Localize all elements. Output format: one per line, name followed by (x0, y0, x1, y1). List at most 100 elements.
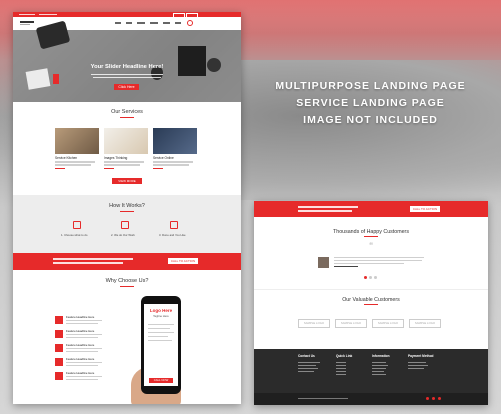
nav-item-1[interactable] (115, 22, 121, 24)
footer-payment-1 (408, 362, 426, 363)
phone-info (19, 13, 35, 15)
nav-item-2[interactable] (126, 22, 132, 24)
feature-icon-4 (55, 358, 63, 366)
testimonials-divider (364, 236, 378, 237)
footer-info-5[interactable] (372, 374, 386, 375)
hero-watch-image (207, 58, 221, 72)
service-card-title-2: Images Thinking (104, 156, 128, 160)
feature-icon-1 (55, 316, 63, 324)
step-3-label: 3. Done and You Like (159, 233, 186, 237)
footer-info-1[interactable] (372, 362, 386, 363)
customer-logo-2: SAMPLE LOGO (335, 319, 367, 328)
right-cta-button[interactable]: CALL TO ACTION (410, 206, 440, 212)
footer-link-2[interactable] (336, 365, 346, 366)
phone-text-1 (148, 324, 174, 325)
phone-text-5 (148, 340, 172, 341)
landing-page-mockup-left: Your Slider Headline Here! Click Here Ou… (13, 12, 241, 404)
footer-info-4[interactable] (372, 371, 384, 372)
feature-title-2: Feature Headline Here (66, 329, 95, 333)
promo-text-block: MULTIPURPOSE LANDING PAGE SERVICE LANDIN… (258, 78, 483, 129)
testimonial-text-3 (334, 263, 404, 264)
footer-col-information-title: Information (372, 354, 390, 358)
phone-logo: Logo Here (149, 308, 173, 313)
phone-call-button[interactable]: CALL NOW (149, 378, 173, 383)
feature-text-3 (66, 348, 102, 349)
cta-bar: CALL TO ACTION (13, 253, 241, 270)
slider-dot-2[interactable] (369, 276, 372, 279)
service-readmore-1[interactable] (55, 168, 65, 170)
feature-text-2 (66, 334, 102, 335)
nav-item-5[interactable] (163, 22, 170, 24)
customer-avatar (318, 257, 329, 268)
feature-text-3b (66, 351, 98, 352)
service-readmore-3[interactable] (153, 168, 163, 170)
footer-payment-2 (408, 365, 428, 366)
phone-mockup: Logo Here Tagline Here CALL NOW (141, 296, 181, 394)
customer-logo-4: SAMPLE LOGO (409, 319, 441, 328)
footer: Contact Us Quick Link Information Paymen… (254, 349, 488, 405)
feature-text-4 (66, 362, 102, 363)
footer-link-5[interactable] (336, 374, 346, 375)
phone-text-4 (148, 336, 168, 337)
social-icon-1[interactable] (426, 397, 429, 400)
services-divider (120, 117, 134, 118)
customers-divider (364, 304, 378, 305)
footer-contact-line-1 (298, 362, 320, 363)
social-icon-3[interactable] (438, 397, 441, 400)
hero-paper-image (25, 68, 51, 90)
slider-dot-3[interactable] (374, 276, 377, 279)
search-icon[interactable] (187, 20, 193, 26)
customers-title: Our Valuable Customers (342, 297, 400, 303)
footer-link-3[interactable] (336, 368, 346, 369)
feature-text-1b (66, 323, 98, 324)
hero-slider: Your Slider Headline Here! Click Here (13, 20, 241, 102)
right-cta-text-2 (298, 210, 352, 212)
step-1-icon (73, 221, 81, 229)
footer-contact-line-2 (298, 365, 316, 366)
footer-link-1[interactable] (336, 362, 346, 363)
slider-dot-1[interactable] (364, 276, 367, 279)
feature-text-1 (66, 320, 102, 321)
logo-tagline (20, 24, 30, 26)
testimonial-text-2 (334, 260, 422, 261)
section-divider (254, 289, 488, 290)
footer-link-4[interactable] (336, 371, 346, 372)
step-2-icon (121, 221, 129, 229)
right-cta-text-1 (298, 206, 358, 208)
phone-text-2 (148, 328, 170, 329)
nav-item-6[interactable] (175, 22, 181, 24)
right-cta-bar: CALL TO ACTION (254, 201, 488, 217)
testimonials-title: Thousands of Happy Customers (333, 229, 409, 235)
footer-info-3[interactable] (372, 368, 386, 369)
footer-col-payment-title: Payment Method (408, 354, 434, 358)
cta-button[interactable]: CALL TO ACTION (168, 258, 198, 264)
feature-text-4b (66, 365, 98, 366)
customer-logo-3: SAMPLE LOGO (372, 319, 404, 328)
logo[interactable] (20, 21, 34, 23)
nav-item-3[interactable] (137, 22, 145, 24)
view-more-services-button[interactable]: VIEW MORE SERVICE (112, 178, 142, 189)
nav-item-4[interactable] (150, 22, 158, 24)
service-readmore-2[interactable] (104, 168, 114, 170)
slider-prev-arrow[interactable] (53, 74, 59, 84)
hero-button[interactable]: Click Here (114, 84, 139, 90)
feature-icon-5 (55, 372, 63, 380)
how-it-works-title: How It Works? (109, 203, 145, 209)
step-3-icon (170, 221, 178, 229)
why-divider (120, 286, 134, 287)
footer-info-2[interactable] (372, 365, 388, 366)
feature-text-2b (66, 337, 98, 338)
social-icon-2[interactable] (432, 397, 435, 400)
service-card-image-2 (104, 128, 148, 154)
feature-title-1: Feature Headline Here (66, 315, 95, 319)
copyright-text (298, 398, 348, 399)
footer-bottom-bar (254, 393, 488, 405)
service-text-2b (104, 164, 140, 166)
hero-headline: Your Slider Headline Here! (90, 64, 164, 70)
hero-phone-image (178, 46, 206, 76)
cta-text-line-1 (53, 258, 133, 260)
feature-text-5b (66, 379, 98, 380)
promo-line-3: IMAGE NOT INCLUDED (303, 114, 438, 126)
feature-title-5: Feature Headline Here (66, 371, 95, 375)
footer-contact-line-3 (298, 368, 318, 369)
